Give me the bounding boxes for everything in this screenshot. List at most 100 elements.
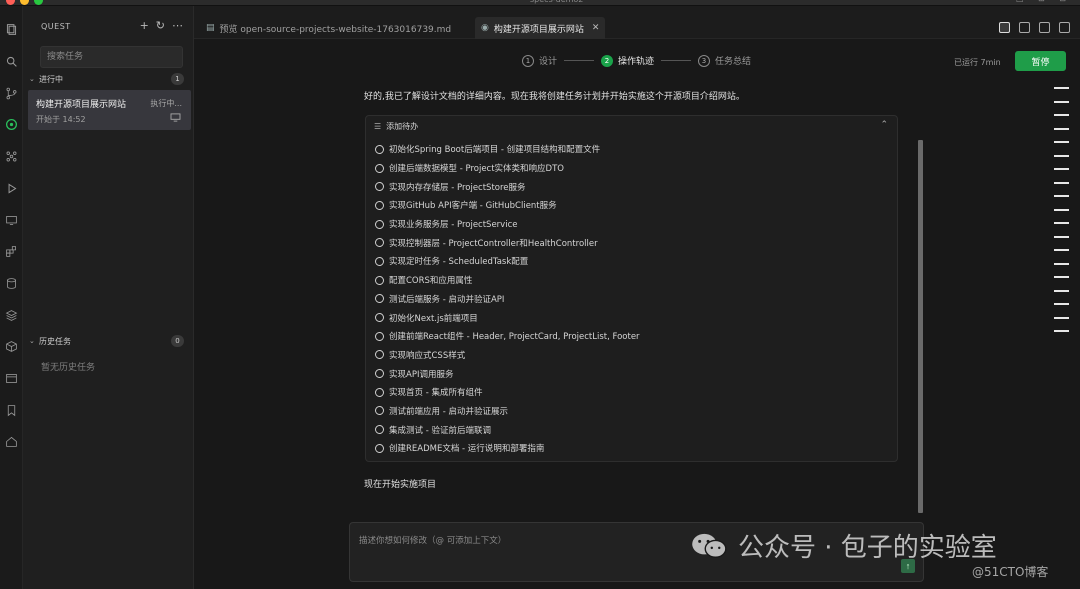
todo-text: 实现定时任务 - ScheduledTask配置: [389, 257, 529, 268]
step-summary[interactable]: 3 任务总结: [698, 54, 751, 67]
assistant-status-message: 现在开始实施项目: [364, 480, 437, 490]
running-count-badge: 1: [171, 73, 184, 85]
database-icon[interactable]: [4, 276, 19, 291]
layers-icon[interactable]: [4, 308, 19, 323]
explorer-icon[interactable]: [4, 22, 19, 37]
step-number: 3: [698, 54, 711, 67]
todo-text: 实现内存存储层 - ProjectStore服务: [389, 182, 526, 193]
todo-item: 创建前端React组件 - Header, ProjectCard, Proje…: [375, 327, 640, 346]
maximize-window-button[interactable]: [34, 0, 43, 5]
todo-circle-icon[interactable]: [375, 387, 384, 397]
split-editor-icon[interactable]: [1039, 22, 1050, 33]
editor-actions: [999, 22, 1070, 33]
quest-tab-icon: ◉: [481, 23, 489, 33]
minimap-line: [1054, 154, 1069, 157]
minimap-line: [1054, 222, 1069, 224]
search-icon[interactable]: [4, 54, 19, 69]
todo-circle-icon[interactable]: [375, 182, 384, 192]
minimap-line: [1054, 276, 1069, 278]
todo-item: 实现定时任务 - ScheduledTask配置: [375, 252, 640, 271]
todo-text: 测试前端应用 - 启动并验证展示: [389, 406, 508, 417]
task-title: 构建开源项目展示网站: [36, 100, 127, 110]
collapse-icon[interactable]: ⌃: [880, 120, 888, 130]
back-arrow-icon[interactable]: ← →: [486, 0, 504, 4]
todo-list: 初始化Spring Boot后端项目 - 创建项目结构和配置文件 创建后端数据模…: [375, 140, 640, 458]
todo-circle-icon[interactable]: [375, 163, 384, 173]
step-number: 1: [522, 54, 534, 67]
todo-circle-icon[interactable]: [375, 425, 384, 435]
titlebar-icons: □ ⊞ ⊟: [1016, 0, 1072, 3]
layout-focus-icon[interactable]: [999, 22, 1010, 33]
open-preview-icon[interactable]: [1019, 22, 1030, 33]
tab-preview-md[interactable]: ▤ 预览 open-source-projects-website-176301…: [200, 17, 457, 39]
run-debug-icon[interactable]: [4, 181, 19, 196]
quest-icon[interactable]: [4, 117, 19, 132]
remote-explorer-icon[interactable]: [4, 213, 19, 228]
todo-circle-icon[interactable]: [375, 256, 384, 266]
todo-item: 初始化Next.js前端项目: [375, 308, 640, 327]
todo-circle-icon[interactable]: [375, 144, 384, 154]
todo-circle-icon[interactable]: [375, 238, 384, 248]
content-scrollbar[interactable]: [918, 140, 923, 513]
todo-circle-icon[interactable]: [375, 443, 384, 453]
watermark: 公众号 · 包子的实验室: [690, 527, 997, 564]
minimap-line: [1054, 168, 1069, 170]
toggle-panel-icon[interactable]: [1059, 22, 1070, 33]
assistant-message: 好的,我已了解设计文档的详细内容。现在我将创建任务计划并开始实施这个开源项目介绍…: [364, 92, 745, 102]
todo-item: 实现API调用服务: [375, 364, 640, 383]
activity-bar: [0, 6, 23, 589]
todo-circle-icon[interactable]: [375, 350, 384, 360]
todo-circle-icon[interactable]: [375, 200, 384, 210]
step-label: 任务总结: [715, 57, 752, 67]
active-task-item[interactable]: 构建开源项目展示网站 执行中... 开始于 14:52: [28, 90, 191, 130]
task-start-time: 开始于 14:52: [36, 115, 86, 124]
step-design[interactable]: 1 设计: [522, 54, 557, 67]
close-icon[interactable]: ✕: [592, 23, 600, 33]
todo-text: 创建后端数据模型 - Project实体类和响应DTO: [389, 164, 564, 175]
todo-circle-icon[interactable]: [375, 369, 384, 379]
todo-circle-icon[interactable]: [375, 313, 384, 323]
minimap-line: [1054, 235, 1069, 238]
window-title: specs-demo2: [530, 0, 583, 4]
refresh-icon[interactable]: ↻: [156, 19, 165, 32]
todo-circle-icon[interactable]: [375, 294, 384, 304]
home-icon[interactable]: [4, 434, 19, 449]
wechat-logo-icon: [692, 533, 727, 558]
minimap-line: [1054, 100, 1069, 103]
minimap-line: [1054, 249, 1069, 251]
source-control-icon[interactable]: [4, 86, 19, 101]
running-section-header[interactable]: ⌄ 进行中 1: [29, 72, 184, 86]
close-window-button[interactable]: [6, 0, 15, 5]
todo-circle-icon[interactable]: [375, 275, 384, 285]
extensions-dots-icon[interactable]: [4, 149, 19, 164]
minimap-line: [1054, 316, 1069, 319]
minimap-line: [1054, 330, 1069, 332]
todo-text: 实现业务服务层 - ProjectService: [389, 220, 518, 231]
todo-item: 创建后端数据模型 - Project实体类和响应DTO: [375, 159, 640, 178]
extensions-icon[interactable]: [4, 244, 19, 259]
history-section-label: 历史任务: [39, 336, 71, 346]
bookmark-icon[interactable]: [4, 403, 19, 418]
minimap-line: [1054, 127, 1069, 130]
todo-circle-icon[interactable]: [375, 331, 384, 341]
todo-item: 配置CORS和应用属性: [375, 271, 640, 290]
more-icon[interactable]: ⋯: [172, 19, 183, 32]
step-trajectory[interactable]: 2 操作轨迹: [601, 54, 654, 67]
add-icon[interactable]: +: [140, 19, 149, 32]
history-section-header[interactable]: ⌄ 历史任务 0: [29, 334, 184, 348]
minimize-window-button[interactable]: [20, 0, 29, 5]
tab-quest[interactable]: ◉ 构建开源项目展示网站 ✕: [475, 17, 606, 39]
pause-button[interactable]: 暂停: [1015, 51, 1066, 71]
todo-text: 初始化Next.js前端项目: [389, 313, 478, 324]
package-icon[interactable]: [4, 339, 19, 354]
tab-label: 构建开源项目展示网站: [493, 24, 584, 35]
preview-icon: ▤: [206, 23, 215, 33]
todo-circle-icon[interactable]: [375, 219, 384, 229]
history-empty-text: 暂无历史任务: [41, 363, 96, 373]
minimap[interactable]: [1054, 87, 1070, 344]
task-search-input[interactable]: [40, 46, 183, 68]
todo-text: 实现响应式CSS样式: [389, 350, 466, 361]
todo-text: 实现GitHub API客户端 - GitHubClient服务: [389, 201, 557, 212]
todo-circle-icon[interactable]: [375, 406, 384, 416]
browser-icon[interactable]: [4, 371, 19, 386]
